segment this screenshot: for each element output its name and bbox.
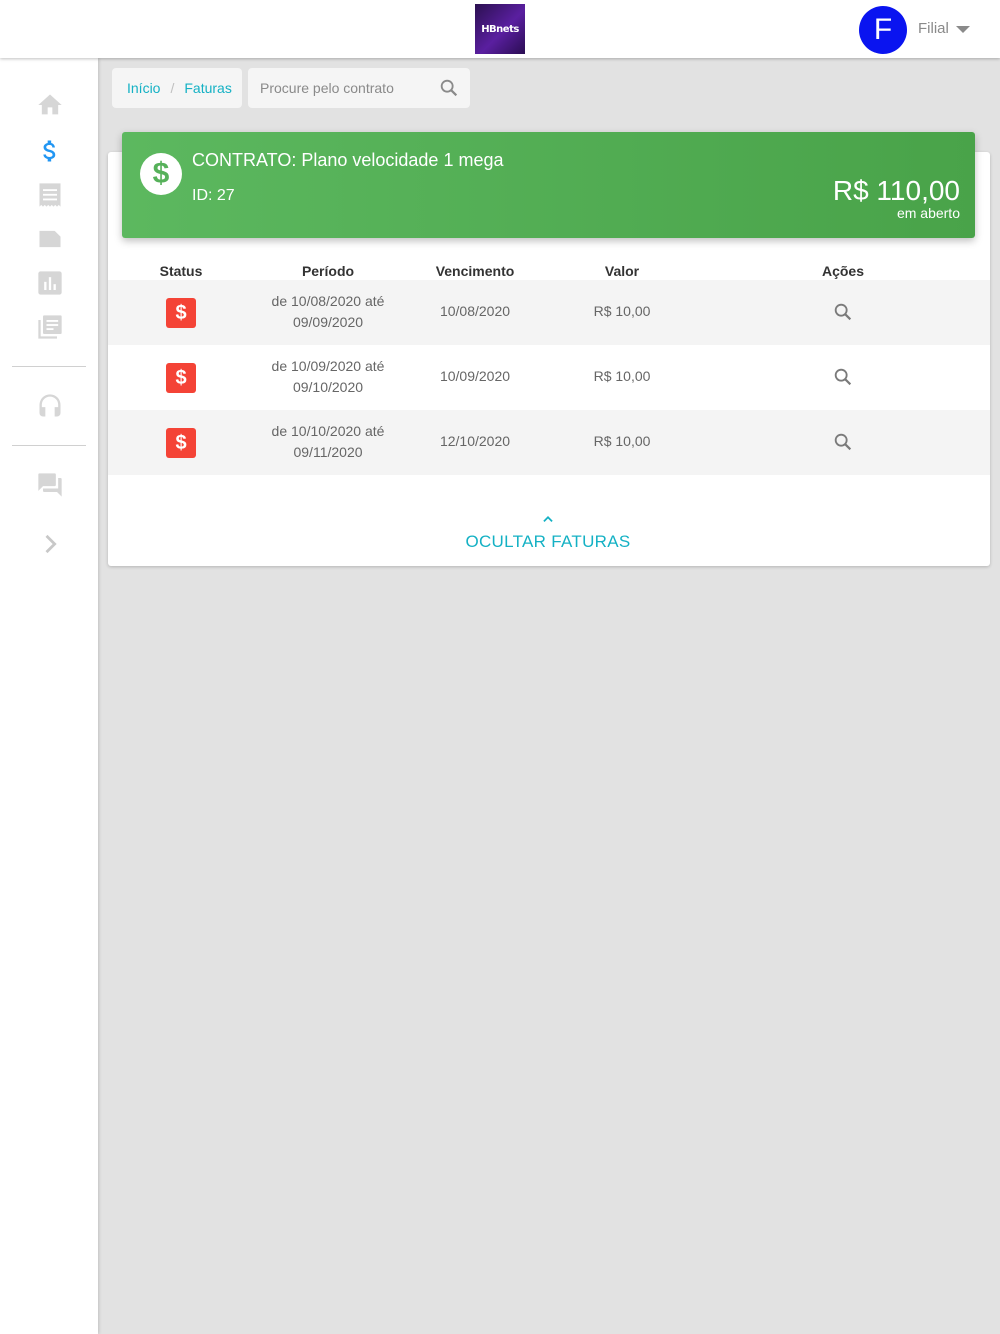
period-cell: de 10/10/2020 até 09/11/2020	[228, 421, 428, 463]
view-invoice-search-icon[interactable]	[832, 366, 854, 388]
brand-logo[interactable]: HBnets	[475, 4, 525, 54]
avatar[interactable]: F	[859, 6, 907, 54]
dollar-circle-icon: $	[140, 153, 182, 195]
brand-logo-text: HBnets	[481, 23, 519, 35]
column-header-status: Status	[159, 263, 203, 279]
column-header-due: Vencimento	[435, 263, 515, 279]
contract-search-box	[248, 68, 470, 108]
value-cell: R$ 10,00	[593, 368, 651, 384]
period-start: de 10/08/2020 até	[271, 293, 385, 309]
contract-banner: $ CONTRATO: Plano velocidade 1 mega ID: …	[122, 132, 975, 238]
view-invoice-search-icon[interactable]	[832, 301, 854, 323]
contract-search-input[interactable]	[260, 76, 430, 100]
column-header-value: Valor	[604, 263, 640, 279]
period-start: de 10/09/2020 até	[271, 358, 385, 374]
period-start: de 10/10/2020 até	[271, 423, 385, 439]
contract-title: CONTRATO: Plano velocidade 1 mega	[192, 150, 504, 170]
value-cell: R$ 10,00	[593, 433, 651, 449]
bar-chart-icon[interactable]	[36, 269, 64, 297]
period-end: 09/11/2020	[293, 444, 363, 460]
search-icon[interactable]	[438, 77, 460, 99]
breadcrumb-home-link[interactable]: Início	[127, 80, 160, 96]
period-end: 09/10/2020	[292, 379, 364, 395]
period-end: 09/09/2020	[292, 314, 364, 330]
table-row: $ de 10/10/2020 até 09/11/2020 12/10/202…	[108, 410, 990, 475]
unpaid-status-badge[interactable]: $	[166, 298, 196, 328]
sidebar-divider	[12, 445, 86, 446]
table-row: $ de 10/08/2020 até 09/09/2020 10/08/202…	[108, 280, 990, 345]
view-invoice-search-icon[interactable]	[832, 431, 854, 453]
due-date-cell: 12/10/2020	[439, 433, 511, 449]
hide-invoices-label: OCULTAR FATURAS	[465, 532, 631, 551]
sidebar-divider	[12, 366, 86, 367]
chevron-up-icon	[543, 516, 553, 522]
period-cell: de 10/08/2020 até 09/09/2020	[228, 291, 428, 333]
library-books-icon[interactable]	[36, 313, 64, 341]
branch-label[interactable]: Filial	[918, 20, 949, 37]
hide-invoices-button[interactable]: OCULTAR FATURAS	[448, 512, 648, 560]
unpaid-status-badge[interactable]: $	[166, 363, 196, 393]
contract-amount: R$ 110,00	[832, 175, 960, 206]
forum-icon[interactable]	[36, 471, 64, 499]
table-row: $ de 10/09/2020 até 09/10/2020 10/09/202…	[108, 345, 990, 410]
top-bar: HBnets F Filial	[0, 0, 1000, 58]
due-date-cell: 10/09/2020	[439, 368, 511, 384]
dollar-icon[interactable]	[36, 137, 64, 165]
sidebar	[0, 58, 98, 1334]
contract-status: em aberto	[896, 205, 960, 221]
receipt-icon[interactable]	[36, 181, 64, 209]
headset-icon[interactable]	[36, 392, 64, 420]
period-cell: de 10/09/2020 até 09/10/2020	[228, 356, 428, 398]
home-icon[interactable]	[36, 91, 64, 119]
unpaid-status-badge[interactable]: $	[166, 428, 196, 458]
column-header-actions: Ações	[821, 263, 865, 279]
breadcrumb-current-link[interactable]: Faturas	[184, 80, 231, 96]
breadcrumb: Início / Faturas	[112, 68, 242, 108]
breadcrumb-separator: /	[170, 80, 175, 96]
value-cell: R$ 10,00	[593, 303, 651, 319]
contract-id: ID: 27	[192, 187, 235, 204]
due-date-cell: 10/08/2020	[439, 303, 511, 319]
column-header-period: Período	[301, 263, 355, 279]
label-icon[interactable]	[36, 225, 64, 253]
chevron-right-icon[interactable]	[36, 530, 64, 558]
caret-down-icon[interactable]	[956, 26, 970, 33]
